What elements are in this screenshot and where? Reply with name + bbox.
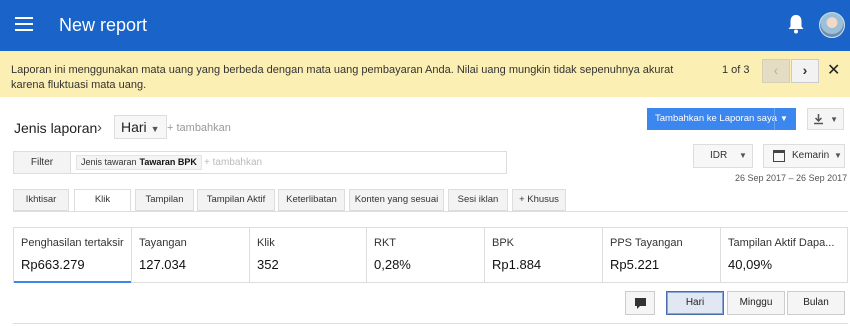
caret-down-icon: ▼	[834, 151, 842, 160]
metric-page-rpm[interactable]: PPS Tayangan Rp5.221	[603, 228, 721, 282]
annotations-button[interactable]	[625, 291, 655, 315]
period-week-button[interactable]: Minggu	[727, 291, 785, 315]
tab-ikhtisar[interactable]: Ikhtisar	[13, 189, 69, 211]
chart-divider	[13, 323, 848, 324]
metric-label: RKT	[374, 237, 396, 249]
banner-next-button[interactable]: ›	[791, 59, 819, 83]
button-divider	[774, 108, 775, 130]
filter-chip-bid-type[interactable]: Jenis tawaran Tawaran BPK	[76, 155, 202, 170]
notification-bell-icon[interactable]	[787, 14, 805, 34]
metric-value: 127.034	[139, 257, 186, 272]
caret-down-icon[interactable]: ▼	[780, 108, 788, 130]
app-bar: New report	[0, 0, 850, 51]
metric-label: Penghasilan tertaksir	[21, 237, 124, 249]
chevron-right-icon: ›	[97, 119, 102, 136]
tab-klik[interactable]: Klik	[74, 189, 131, 212]
period-month-button[interactable]: Bulan	[787, 291, 845, 315]
metric-value: 40,09%	[728, 257, 773, 272]
metric-value: Rp5.221	[610, 257, 660, 272]
add-to-my-reports-button[interactable]: Tambahkan ke Laporan saya ▼	[647, 108, 796, 130]
banner-message: Laporan ini menggunakan mata uang yang b…	[11, 64, 674, 91]
report-type-dropdown[interactable]: Hari ▼	[114, 115, 167, 139]
tab-konten-yang-sesuai[interactable]: Konten yang sesuai	[349, 189, 444, 211]
banner-pager-count: 1 of 3	[722, 64, 750, 76]
comment-icon-tail	[637, 306, 643, 309]
filter-bar: Filter Jenis tawaran Tawaran BPK + tambah…	[13, 151, 507, 174]
metric-cpc[interactable]: BPK Rp1.884	[485, 228, 603, 282]
filter-button[interactable]: Filter	[14, 152, 71, 173]
date-range-text: 26 Sep 2017 – 26 Sep 2017	[735, 173, 848, 183]
download-button[interactable]: ▼	[807, 108, 844, 130]
hamburger-menu-icon[interactable]	[15, 17, 33, 31]
date-range-select[interactable]: Kemarin ▼	[763, 144, 845, 168]
tab-keterlibatan[interactable]: Keterlibatan	[278, 189, 345, 211]
report-type-label: Jenis laporan	[14, 120, 98, 136]
caret-down-icon: ▼	[739, 151, 747, 160]
tab-tampilan-aktif[interactable]: Tampilan Aktif	[197, 189, 275, 211]
currency-warning-banner: Laporan ini menggunakan mata uang yang b…	[0, 51, 850, 97]
metric-label: BPK	[492, 237, 515, 249]
metric-ctr[interactable]: RKT 0,28%	[367, 228, 485, 282]
currency-value: IDR	[710, 150, 728, 161]
download-icon	[814, 114, 823, 125]
metric-value: Rp1.884	[492, 257, 542, 272]
add-filter-link[interactable]: + tambahkan	[204, 157, 262, 168]
tab-khusus[interactable]: + Khusus	[512, 189, 566, 211]
tab-tampilan[interactable]: Tampilan	[135, 189, 194, 211]
metric-label: Tayangan	[139, 237, 187, 249]
metric-clicks[interactable]: Klik 352	[250, 228, 367, 282]
add-to-my-reports-label: Tambahkan ke Laporan saya	[655, 113, 777, 124]
report-type-value: Hari	[121, 119, 147, 135]
metric-impressions[interactable]: Tayangan 127.034	[132, 228, 250, 282]
avatar[interactable]	[819, 12, 845, 38]
tabs-divider	[13, 211, 848, 212]
filter-chip-key: Jenis tawaran	[81, 157, 137, 167]
metric-estimated-earnings[interactable]: Penghasilan tertaksir Rp663.279	[14, 228, 132, 283]
metric-selected-indicator	[14, 281, 131, 283]
period-day-button[interactable]: Hari	[666, 291, 724, 315]
metric-value: 0,28%	[374, 257, 411, 272]
date-range-value: Kemarin	[792, 150, 830, 161]
metric-label: Klik	[257, 237, 275, 249]
metric-label: PPS Tayangan	[610, 237, 683, 249]
calendar-icon	[773, 150, 785, 162]
banner-prev-button[interactable]: ‹	[762, 59, 790, 83]
tab-sesi-iklan[interactable]: Sesi iklan	[448, 189, 508, 211]
metrics-scorecard: Penghasilan tertaksir Rp663.279 Tayangan…	[13, 227, 848, 283]
currency-select[interactable]: IDR ▼	[693, 144, 753, 168]
metric-active-view-viewable[interactable]: Tampilan Aktif Dapa... 40,09%	[721, 228, 847, 282]
add-dimension-link[interactable]: + tambahkan	[167, 122, 231, 134]
caret-down-icon: ▼	[150, 124, 160, 134]
filter-chip-value: Tawaran BPK	[139, 157, 197, 167]
caret-down-icon: ▼	[830, 115, 838, 124]
metric-value: Rp663.279	[21, 257, 85, 272]
page-title: New report	[59, 15, 148, 35]
close-icon[interactable]: ✕	[827, 60, 840, 80]
metric-label: Tampilan Aktif Dapa...	[728, 237, 835, 249]
comment-icon	[635, 298, 646, 306]
metric-value: 352	[257, 257, 279, 272]
